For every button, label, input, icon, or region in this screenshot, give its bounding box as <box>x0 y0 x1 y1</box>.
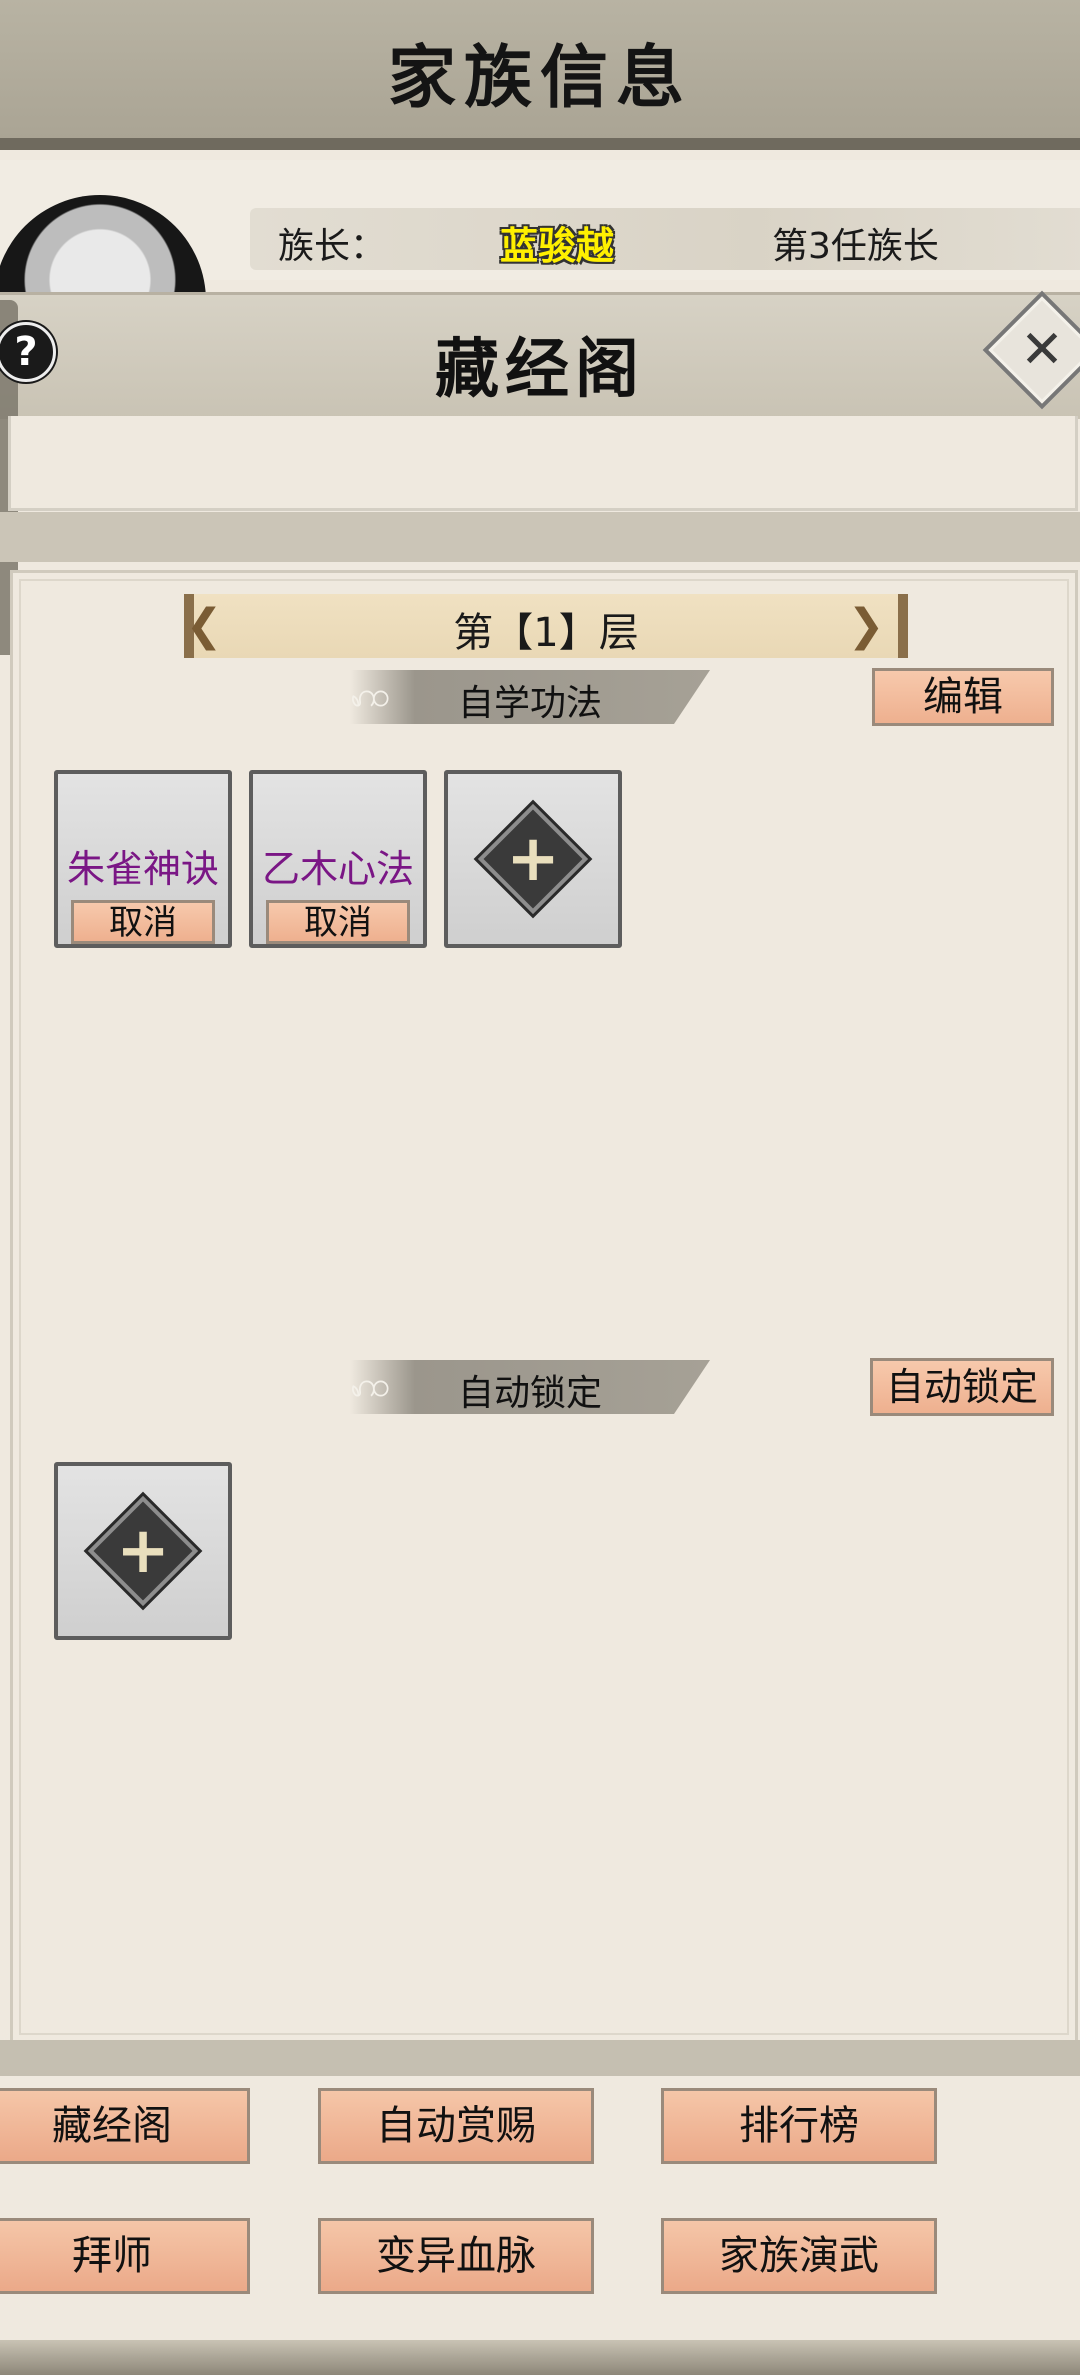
technique-name: 朱雀神诀 <box>66 847 219 891</box>
nav-auto-reward-button[interactable]: 自动赏赐 <box>318 2088 594 2164</box>
self-study-section-label: 自学功法 <box>458 683 603 724</box>
modal-divider <box>0 512 1080 562</box>
nav-ranking-button[interactable]: 排行榜 <box>661 2088 937 2164</box>
cancel-button[interactable]: 取消 <box>266 900 410 944</box>
nav-bloodline-button[interactable]: 变异血脉 <box>318 2218 594 2294</box>
leader-label: 族长： <box>278 226 387 267</box>
plus-icon: + <box>116 1514 170 1588</box>
cloud-icon: ꩲ <box>350 675 391 715</box>
auto-lock-button[interactable]: 自动锁定 <box>870 1358 1054 1416</box>
floor-label: 第【1】层 <box>453 610 639 656</box>
leader-rank: 第3任族长 <box>772 226 939 267</box>
nav-mentor-button[interactable]: 拜师 <box>0 2218 250 2294</box>
cloud-icon: ꩲ <box>350 1365 391 1405</box>
plus-icon: + <box>506 822 560 896</box>
leader-name: 蓝骏越 <box>500 224 615 268</box>
bottom-divider <box>0 2040 1080 2076</box>
technique-name: 乙木心法 <box>261 847 414 891</box>
nav-library-button[interactable]: 藏经阁 <box>0 2088 250 2164</box>
nav-clan-martial-button[interactable]: 家族演武 <box>661 2218 937 2294</box>
floor-next-arrow-icon[interactable]: ❯ <box>846 594 886 658</box>
auto-lock-section-label: 自动锁定 <box>458 1373 603 1414</box>
close-icon[interactable]: ✕ <box>1000 308 1080 392</box>
library-title: 藏经阁 <box>435 332 645 407</box>
page-title: 家族信息 <box>387 38 692 118</box>
edit-button[interactable]: 编辑 <box>872 668 1054 726</box>
bottom-edge <box>0 2340 1080 2375</box>
cancel-button[interactable]: 取消 <box>71 900 215 944</box>
modal-top-strip <box>8 416 1078 511</box>
